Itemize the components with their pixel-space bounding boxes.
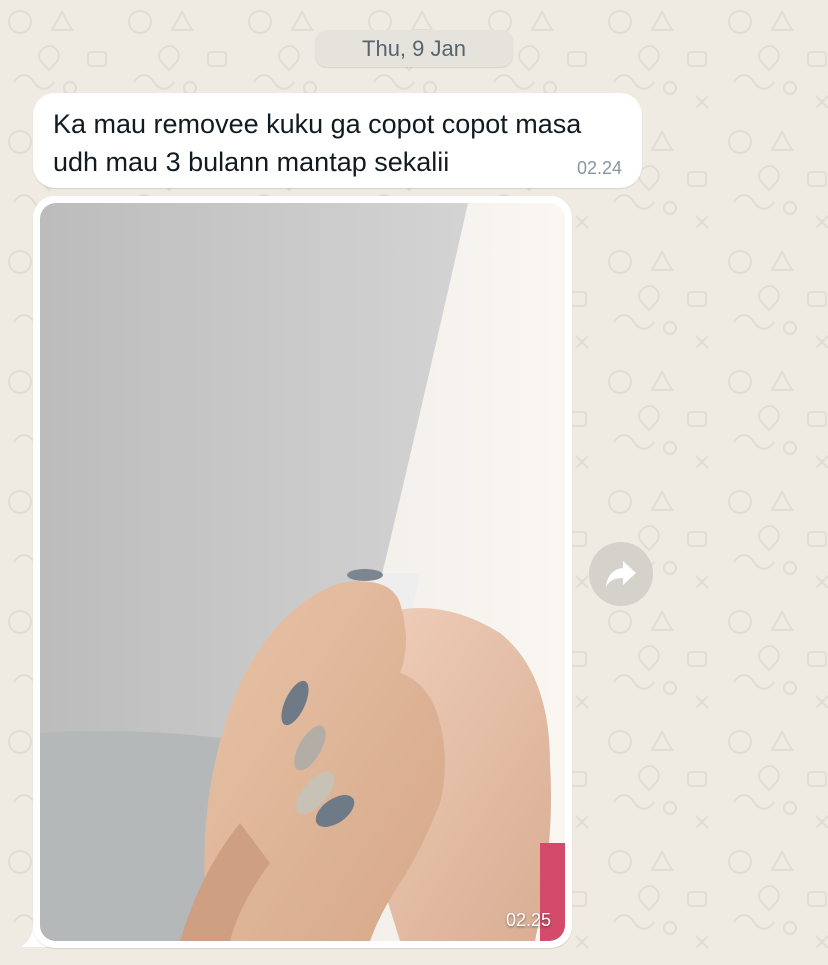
forward-button[interactable] [589, 542, 653, 606]
message-photo[interactable]: 02.25 [40, 203, 565, 941]
message-bubble-text[interactable]: Ka mau removee kuku ga copot copot masa … [33, 93, 642, 188]
forward-arrow-icon [606, 561, 636, 587]
date-separator: Thu, 9 Jan [315, 30, 513, 67]
message-bubble-image[interactable]: 02.25 [33, 196, 572, 948]
message-time: 02.24 [576, 158, 622, 178]
message-text: Ka mau removee kuku ga copot copot masa … [53, 109, 582, 177]
image-time: 02.25 [505, 910, 551, 930]
